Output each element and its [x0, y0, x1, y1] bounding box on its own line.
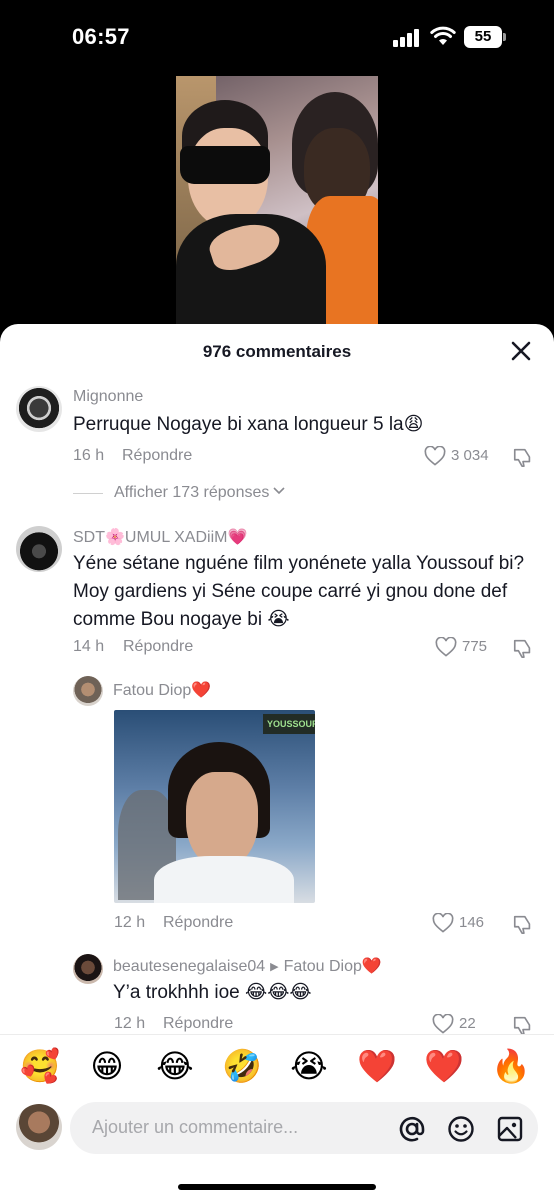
- status-bar: 06:57 55: [0, 0, 554, 76]
- like-count: 3 034: [451, 447, 489, 464]
- comment-input[interactable]: Ajouter un commentaire...: [70, 1102, 538, 1154]
- avatar[interactable]: [16, 386, 62, 432]
- dislike-icon[interactable]: [512, 913, 534, 935]
- emoji-button[interactable]: ❤️: [357, 1046, 397, 1086]
- view-replies-label: Afficher 173 réponses: [114, 484, 270, 501]
- heart-icon: [424, 446, 446, 466]
- reply-button[interactable]: Répondre: [123, 638, 193, 656]
- emoji-button[interactable]: 😂: [155, 1046, 195, 1086]
- like-count: 775: [462, 638, 488, 655]
- comment-time: 14 h: [73, 638, 105, 655]
- comment-username[interactable]: Mignonne: [73, 388, 143, 406]
- avatar[interactable]: [73, 954, 103, 984]
- image-icon[interactable]: [496, 1115, 524, 1143]
- reply-time: 12 h: [114, 1015, 146, 1032]
- battery-icon: 55: [464, 26, 506, 48]
- comment-username[interactable]: SDT🌸UMUL XADiiM💗: [73, 527, 247, 547]
- reply-text: Y’a trokhhh ioe 😂😂😂: [113, 982, 312, 1003]
- replies-divider: [73, 493, 103, 494]
- emoji-button[interactable]: 🤣: [222, 1046, 262, 1086]
- like-button[interactable]: 146: [432, 913, 502, 935]
- dislike-icon[interactable]: [512, 446, 534, 468]
- reply-username: beautesenegalaise04 ▶ Fatou Diop❤️: [113, 956, 382, 976]
- gif-image[interactable]: YOUSSOUF: [114, 710, 315, 903]
- like-button[interactable]: 3 034: [424, 446, 504, 468]
- dislike-icon[interactable]: [512, 637, 534, 659]
- view-replies-button[interactable]: Afficher 173 réponses: [114, 484, 285, 502]
- emoji-button[interactable]: 😭: [289, 1046, 329, 1086]
- heart-icon: [432, 913, 454, 933]
- comment-input-placeholder: Ajouter un commentaire...: [92, 1117, 299, 1137]
- chevron-down-icon: [273, 487, 285, 495]
- heart-icon: [432, 1014, 454, 1034]
- like-button[interactable]: 775: [435, 637, 505, 659]
- signal-icon: [393, 29, 421, 47]
- avatar[interactable]: [16, 526, 62, 572]
- comments-count-title: 976 commentaires: [202, 342, 352, 361]
- heart-icon: [435, 637, 457, 657]
- emoji-icon[interactable]: [447, 1115, 475, 1143]
- close-icon[interactable]: [508, 338, 534, 364]
- comments-sheet: 976 commentaires Mignonne Perruque Nogay…: [0, 324, 554, 1200]
- avatar[interactable]: [73, 676, 103, 706]
- like-count: 22: [459, 1015, 476, 1032]
- reply-button[interactable]: Répondre: [163, 914, 233, 932]
- like-button[interactable]: 22: [432, 1014, 502, 1036]
- comment-time: 16 h: [73, 447, 105, 464]
- reply-to-arrow-icon: ▶: [270, 961, 279, 973]
- gif-watermark: YOUSSOUF: [263, 714, 315, 734]
- reply-time: 12 h: [114, 914, 146, 931]
- emoji-button[interactable]: 🥰: [20, 1046, 60, 1086]
- emoji-bar-divider: [0, 1034, 554, 1035]
- reply-username[interactable]: Fatou Diop❤️: [113, 680, 211, 700]
- battery-level: 55: [464, 26, 502, 48]
- reply-button[interactable]: Répondre: [122, 447, 192, 465]
- reply-username-link[interactable]: beautesenegalaise04: [113, 958, 265, 975]
- comment-text: Yéne sétane nguéne film yonénete yalla Y…: [73, 553, 525, 630]
- wifi-icon: [430, 26, 456, 45]
- dislike-icon[interactable]: [512, 1014, 534, 1036]
- emoji-button[interactable]: 🔥: [491, 1046, 531, 1086]
- comment-text: Perruque Nogaye bi xana longueur 5 la😩: [73, 414, 424, 435]
- mention-icon[interactable]: [398, 1115, 426, 1143]
- reply-to-username[interactable]: Fatou Diop❤️: [284, 958, 382, 975]
- user-avatar[interactable]: [16, 1104, 62, 1150]
- status-time: 06:57: [72, 24, 130, 49]
- home-indicator: [178, 1184, 376, 1190]
- reply-button[interactable]: Répondre: [163, 1015, 233, 1033]
- emoji-button[interactable]: ❤️: [424, 1046, 464, 1086]
- like-count: 146: [459, 914, 485, 931]
- video-player[interactable]: [176, 76, 378, 338]
- emoji-button[interactable]: 😁: [87, 1046, 127, 1086]
